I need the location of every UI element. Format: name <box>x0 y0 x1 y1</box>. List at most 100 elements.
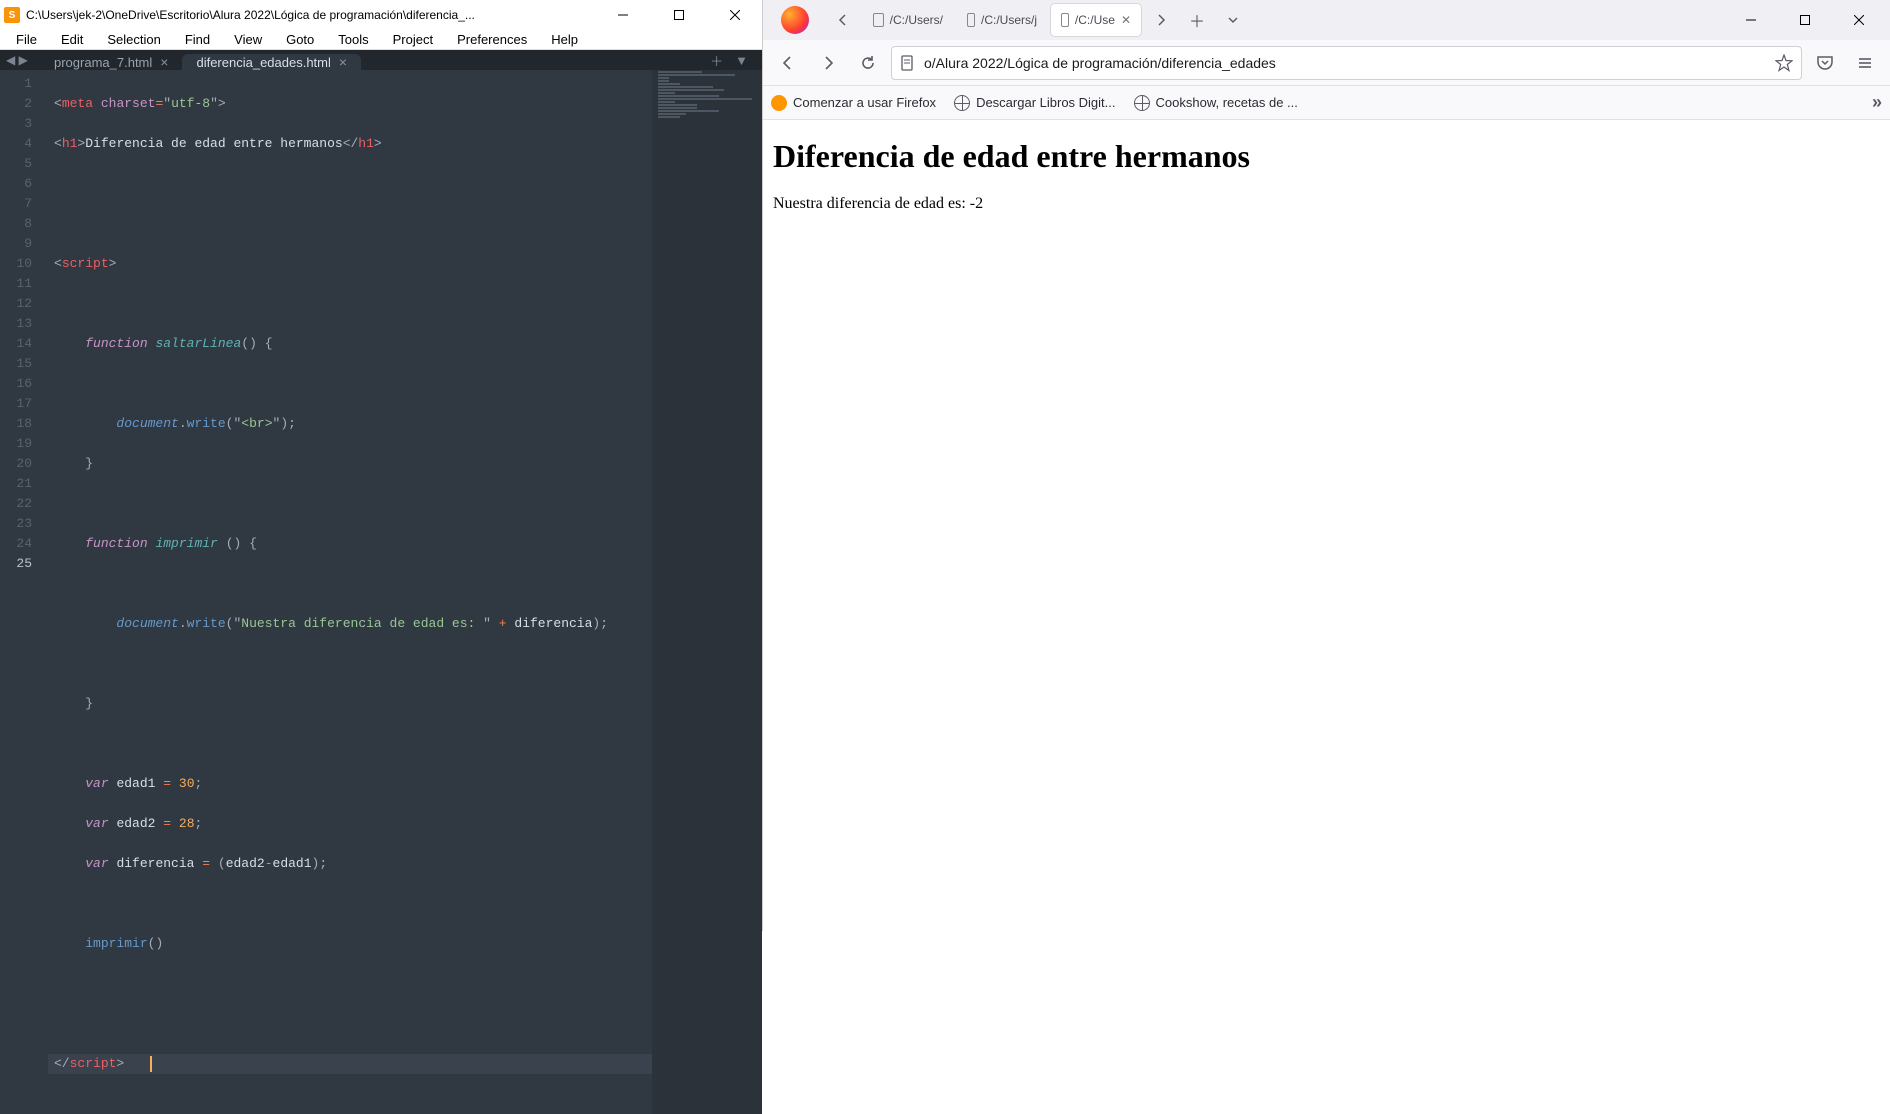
new-tab-icon[interactable]: ＋ <box>710 51 723 70</box>
tab-diferencia-edades[interactable]: diferencia_edades.html × <box>182 54 361 70</box>
firefox-tabbar: /C:/Users/ /C:/Users/j /C:/Use ✕ ＋ <box>763 0 1890 40</box>
globe-icon <box>1134 95 1150 111</box>
pocket-button[interactable] <box>1808 46 1842 80</box>
line-number: 1 <box>0 74 48 94</box>
page-info-icon[interactable] <box>900 55 916 71</box>
menu-project[interactable]: Project <box>381 30 445 49</box>
bookmarks-bar: Comenzar a usar Firefox Descargar Libros… <box>763 86 1890 120</box>
text-cursor <box>150 1056 152 1072</box>
line-number: 14 <box>0 334 48 354</box>
line-number: 11 <box>0 274 48 294</box>
bookmark-label: Descargar Libros Digit... <box>976 95 1115 110</box>
line-number: 20 <box>0 454 48 474</box>
line-number: 16 <box>0 374 48 394</box>
line-number: 6 <box>0 174 48 194</box>
file-icon <box>1061 13 1069 27</box>
menu-selection[interactable]: Selection <box>95 30 172 49</box>
line-number: 23 <box>0 514 48 534</box>
line-number: 21 <box>0 474 48 494</box>
firefox-toolbar: o/Alura 2022/Lógica de programación/dife… <box>763 40 1890 86</box>
tab-close-icon[interactable]: × <box>160 54 168 70</box>
list-tabs-button[interactable] <box>1217 4 1249 36</box>
tab-scroll-right-icon[interactable] <box>1145 4 1177 36</box>
bookmark-label: Comenzar a usar Firefox <box>793 95 936 110</box>
menu-find[interactable]: Find <box>173 30 222 49</box>
maximize-button[interactable] <box>1782 4 1828 36</box>
menu-edit[interactable]: Edit <box>49 30 95 49</box>
tab-close-icon[interactable]: ✕ <box>1121 13 1131 27</box>
app-menu-button[interactable] <box>1848 46 1882 80</box>
page-heading: Diferencia de edad entre hermanos <box>773 138 1880 175</box>
tab-label: diferencia_edades.html <box>196 55 330 70</box>
minimize-button[interactable] <box>1728 4 1774 36</box>
line-number: 13 <box>0 314 48 334</box>
sublime-tabbar: ◀ ▶ programa_7.html × diferencia_edades.… <box>0 50 762 70</box>
tab-label: /C:/Use <box>1075 13 1115 27</box>
close-button[interactable] <box>1836 4 1882 36</box>
reload-button[interactable] <box>851 46 885 80</box>
page-body-text: Nuestra diferencia de edad es: -2 <box>773 195 1880 213</box>
menu-view[interactable]: View <box>222 30 274 49</box>
line-number: 7 <box>0 194 48 214</box>
line-number: 18 <box>0 414 48 434</box>
tab-close-icon[interactable]: × <box>339 54 347 70</box>
minimize-button[interactable] <box>600 0 646 30</box>
browser-tab[interactable]: /C:/Users/ <box>863 4 953 36</box>
tab-label: /C:/Users/j <box>981 13 1037 27</box>
tab-nav-arrows[interactable]: ◀ ▶ <box>6 50 28 70</box>
line-number: 12 <box>0 294 48 314</box>
line-number: 19 <box>0 434 48 454</box>
line-number: 10 <box>0 254 48 274</box>
bookmark-item[interactable]: Comenzar a usar Firefox <box>771 95 936 111</box>
code-area[interactable]: <meta charset="utf-8"> <h1>Diferencia de… <box>48 70 652 1114</box>
sublime-titlebar[interactable]: S C:\Users\jek-2\OneDrive\Escritorio\Alu… <box>0 0 762 30</box>
minimap[interactable] <box>652 70 762 1114</box>
forward-button[interactable] <box>811 46 845 80</box>
sublime-editor: 1 2 3 4 5 6 7 8 9 10 11 12 13 14 15 16 1… <box>0 70 762 1114</box>
menu-goto[interactable]: Goto <box>274 30 326 49</box>
line-number: 15 <box>0 354 48 374</box>
line-number: 22 <box>0 494 48 514</box>
page-content: Diferencia de edad entre hermanos Nuestr… <box>763 120 1890 931</box>
bookmark-item[interactable]: Descargar Libros Digit... <box>954 95 1115 111</box>
line-number: 4 <box>0 134 48 154</box>
line-number: 25 <box>0 554 48 574</box>
line-number: 5 <box>0 154 48 174</box>
browser-tab[interactable]: /C:/Users/j <box>957 4 1047 36</box>
back-button[interactable] <box>771 46 805 80</box>
bookmark-label: Cookshow, recetas de ... <box>1156 95 1298 110</box>
file-icon <box>967 13 975 27</box>
menu-preferences[interactable]: Preferences <box>445 30 539 49</box>
sublime-app-icon: S <box>4 7 20 23</box>
menu-tools[interactable]: Tools <box>326 30 380 49</box>
line-number: 8 <box>0 214 48 234</box>
close-button[interactable] <box>712 0 758 30</box>
sublime-title: C:\Users\jek-2\OneDrive\Escritorio\Alura… <box>26 8 594 22</box>
menu-help[interactable]: Help <box>539 30 590 49</box>
tab-dropdown-icon[interactable]: ▼ <box>735 53 748 68</box>
line-gutter: 1 2 3 4 5 6 7 8 9 10 11 12 13 14 15 16 1… <box>0 70 48 1114</box>
firefox-window-controls <box>1728 4 1886 36</box>
tab-programa-7[interactable]: programa_7.html × <box>40 54 182 70</box>
line-number: 24 <box>0 534 48 554</box>
file-icon <box>873 13 884 27</box>
firefox-window: /C:/Users/ /C:/Users/j /C:/Use ✕ ＋ <box>762 0 1890 931</box>
sublime-window: S C:\Users\jek-2\OneDrive\Escritorio\Alu… <box>0 0 762 931</box>
bookmark-star-icon[interactable] <box>1775 54 1793 72</box>
browser-tab-active[interactable]: /C:/Use ✕ <box>1051 4 1141 36</box>
tab-extra-controls: ＋ ▼ <box>710 50 762 70</box>
new-tab-button[interactable]: ＋ <box>1181 4 1213 36</box>
menu-file[interactable]: File <box>4 30 49 49</box>
maximize-button[interactable] <box>656 0 702 30</box>
url-bar[interactable]: o/Alura 2022/Lógica de programación/dife… <box>891 46 1802 80</box>
firefox-favicon-icon <box>771 95 787 111</box>
firefox-logo-icon[interactable] <box>781 6 809 34</box>
line-number: 3 <box>0 114 48 134</box>
tab-label: /C:/Users/ <box>890 13 943 27</box>
tab-scroll-left-icon[interactable] <box>827 4 859 36</box>
url-text: o/Alura 2022/Lógica de programación/dife… <box>924 55 1767 71</box>
bookmark-item[interactable]: Cookshow, recetas de ... <box>1134 95 1298 111</box>
bookmarks-overflow-icon[interactable]: » <box>1872 92 1882 113</box>
sublime-menubar: File Edit Selection Find View Goto Tools… <box>0 30 762 50</box>
line-number: 2 <box>0 94 48 114</box>
